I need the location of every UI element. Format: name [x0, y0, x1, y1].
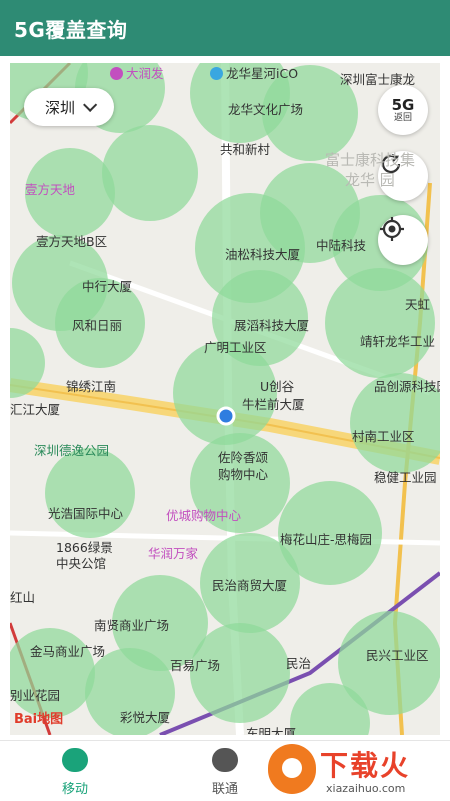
back-label: 返回	[393, 112, 412, 123]
tab-unicom-label: 联通	[211, 782, 238, 797]
poi-guangming: 广明工业区	[204, 340, 267, 355]
poi-minxing: 民兴工业区	[366, 648, 429, 663]
poi-caiyue: 彩悦大厦	[120, 710, 171, 725]
poi-wenhua: 龙华文化广场	[228, 102, 304, 117]
china-mobile-icon	[62, 748, 88, 772]
tab-mobile[interactable]: 移动	[25, 745, 125, 797]
poi-deyi: 深圳德逸公园	[34, 443, 110, 458]
poi-nanxian: 南贤商业广场	[94, 618, 170, 633]
current-location-dot	[216, 406, 236, 426]
poi-minzhi-station: 民治	[286, 656, 312, 671]
china-unicom-icon	[212, 748, 238, 772]
poi-zhonglu: 中陆科技	[316, 238, 367, 253]
poi-gongxin: 共和新村	[220, 142, 271, 157]
poi-tianhong: 天虹	[405, 297, 431, 312]
poi-zhanzhi: 展滔科技大厦	[234, 318, 310, 333]
city-selector[interactable]: 深圳	[24, 88, 114, 126]
poi-fengheri: 风和日丽	[72, 318, 123, 333]
poi-baiyi: 百易广场	[170, 658, 221, 673]
map-view[interactable]: 深圳 5G 返回 大润发 龙华星河iCO 深圳富士康龙 龙华文化广场 共和新村 …	[10, 63, 440, 735]
shop-icon	[110, 67, 123, 80]
poi-uchuanggu: U创谷	[260, 379, 295, 394]
chevron-down-icon	[83, 97, 98, 112]
poi-dahefa: 大润发	[110, 63, 164, 82]
place-icon	[210, 67, 223, 80]
poi-fushikang-big: 富士康科技集	[325, 151, 416, 169]
poi-wenjian: 稳健工业园	[374, 470, 437, 485]
poi-jingxuan: 靖轩龙华工业	[360, 334, 436, 349]
city-label: 深圳	[44, 98, 75, 117]
watermark: 下载火 xiazaihuo.com	[268, 742, 448, 798]
poi-guanghao: 光浩国际中心	[48, 506, 124, 521]
poi-dongming: 东明大厦	[246, 726, 297, 735]
watermark-title: 下载火	[320, 749, 411, 782]
poi-minzhi: 民治商贸大厦	[212, 578, 288, 593]
poi-hujiang: 汇江大厦	[10, 402, 61, 417]
baidu-map-logo: Bai地图	[14, 712, 64, 727]
poi-hongshan: 红山	[10, 590, 36, 605]
poi-pinyuan: 品创源科技园	[374, 379, 440, 394]
poi-huarun: 华润万家	[148, 546, 199, 561]
poi-yifang-b: 壹方天地B区	[36, 234, 108, 249]
poi-longhua-xinghe: 龙华星河iCO	[210, 63, 298, 82]
poi-longhua-yuan: 龙华 园	[345, 171, 395, 189]
poi-fushikang: 深圳富士康龙	[340, 72, 416, 87]
poi-jinma: 金马商业广场	[30, 644, 106, 659]
locate-icon	[380, 217, 404, 241]
poi-yuehuayuan: 别业花园	[10, 688, 61, 703]
poi-yifang: 壹方天地	[25, 182, 76, 197]
poi-yousong: 油松科技大厦	[225, 247, 301, 262]
poi-gouwu: 购物中心	[218, 467, 269, 482]
poi-meihua: 梅花山庄-思梅园	[280, 532, 373, 547]
tab-unicom[interactable]: 联通	[175, 745, 275, 797]
app-title: 5G覆盖查询	[14, 17, 128, 42]
locate-button[interactable]	[378, 215, 428, 265]
poi-cunnan: 村南工业区	[352, 429, 415, 444]
poi-youcheng: 优城购物中心	[166, 508, 242, 523]
poi-zhongyang: 中央公馆	[56, 556, 107, 571]
watermark-url: xiazaihuo.com	[326, 782, 406, 795]
poi-jinxiu: 锦绣江南	[66, 379, 117, 394]
app-bar: 5G覆盖查询	[0, 0, 450, 56]
5g-toggle-button[interactable]: 5G 返回	[378, 85, 428, 135]
poi-niulanqian: 牛栏前大厦	[242, 397, 305, 412]
tab-mobile-label: 移动	[61, 782, 88, 797]
5g-icon: 5G	[391, 95, 415, 114]
flame-logo-icon	[268, 744, 316, 794]
poi-zhonghang: 中行大厦	[82, 279, 133, 294]
